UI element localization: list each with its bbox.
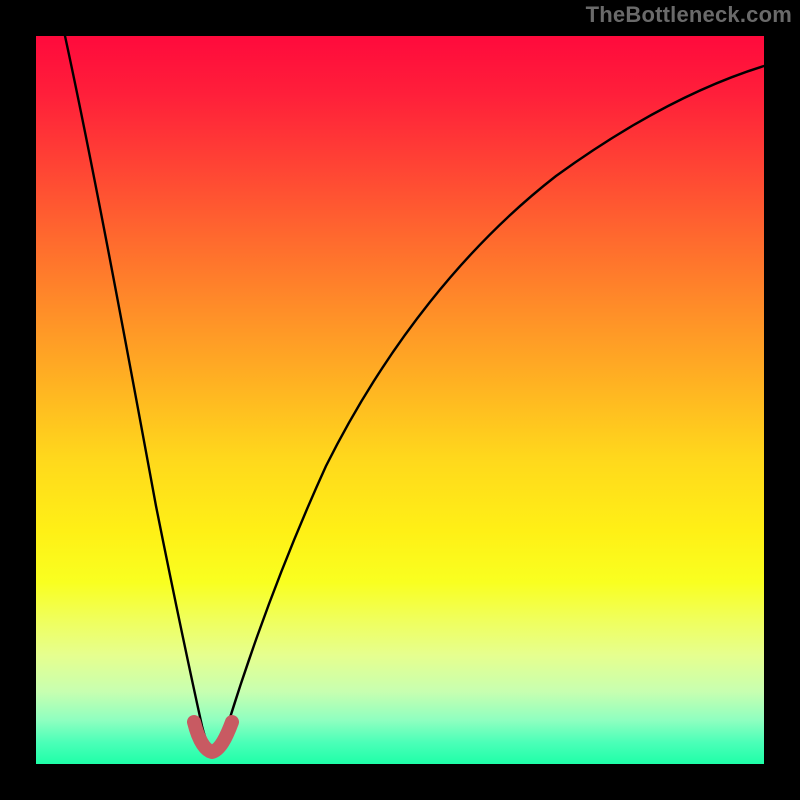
bottleneck-curve xyxy=(65,36,764,752)
highlight-bottom xyxy=(194,722,232,752)
chart-frame: TheBottleneck.com xyxy=(0,0,800,800)
curve-layer xyxy=(36,36,764,764)
plot-area xyxy=(36,36,764,764)
attribution-text: TheBottleneck.com xyxy=(586,2,792,28)
